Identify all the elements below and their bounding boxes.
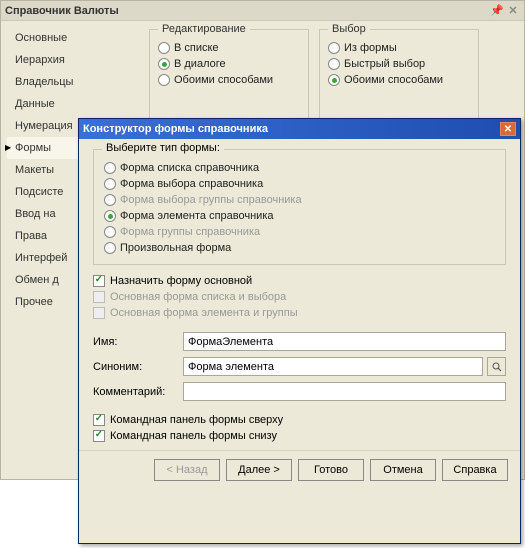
edit-label: В диалоге	[174, 58, 226, 70]
checkbox-icon	[93, 430, 105, 442]
form-type-option-5[interactable]: Произвольная форма	[104, 240, 495, 256]
form-type-label: Форма выбора группы справочника	[120, 194, 302, 206]
checkbox-icon	[93, 275, 105, 287]
checkbox-main-list-label: Основная форма списка и выбора	[110, 291, 286, 303]
radio-icon	[104, 210, 116, 222]
radio-icon	[104, 242, 116, 254]
dialog-title: Конструктор формы справочника	[83, 123, 500, 135]
bg-tab-3[interactable]: Данные	[7, 93, 141, 115]
bg-tab-2[interactable]: Владельцы	[7, 71, 141, 93]
checkbox-main-elem-group: Основная форма элемента и группы	[93, 305, 506, 321]
bg-titlebar: Справочник Валюты 📌 ✕	[1, 1, 524, 21]
edit-option-1[interactable]: В диалоге	[158, 56, 300, 72]
checkbox-main-form-label: Назначить форму основной	[110, 275, 252, 287]
comment-label: Комментарий:	[93, 386, 179, 398]
dialog-button-row: < Назад Далее > Готово Отмена Справка	[79, 450, 520, 491]
bg-tab-1[interactable]: Иерархия	[7, 49, 141, 71]
group-select-legend: Выбор	[328, 23, 370, 35]
select-label: Обоими способами	[344, 74, 443, 86]
radio-icon	[158, 42, 170, 54]
finish-button[interactable]: Готово	[298, 459, 364, 481]
form-type-option-4: Форма группы справочника	[104, 224, 495, 240]
form-type-label: Форма группы справочника	[120, 226, 260, 238]
name-label: Имя:	[93, 336, 179, 348]
checkbox-cmd-bottom[interactable]: Командная панель формы снизу	[93, 428, 506, 444]
radio-icon	[104, 226, 116, 238]
edit-option-0[interactable]: В списке	[158, 40, 300, 56]
dialog-titlebar: Конструктор формы справочника ✕	[79, 119, 520, 139]
checkbox-icon	[93, 307, 105, 319]
select-label: Быстрый выбор	[344, 58, 425, 70]
edit-option-2[interactable]: Обоими способами	[158, 72, 300, 88]
form-type-label: Произвольная форма	[120, 242, 231, 254]
form-type-label: Форма списка справочника	[120, 162, 259, 174]
radio-icon	[158, 58, 170, 70]
radio-icon	[104, 178, 116, 190]
checkbox-cmd-top[interactable]: Командная панель формы сверху	[93, 412, 506, 428]
synonym-field[interactable]	[183, 357, 483, 376]
radio-icon	[158, 74, 170, 86]
edit-label: Обоими способами	[174, 74, 273, 86]
form-type-option-3[interactable]: Форма элемента справочника	[104, 208, 495, 224]
select-label: Из формы	[344, 42, 397, 54]
select-option-0[interactable]: Из формы	[328, 40, 470, 56]
radio-icon	[104, 162, 116, 174]
checkbox-cmd-top-label: Командная панель формы сверху	[110, 414, 283, 426]
help-button[interactable]: Справка	[442, 459, 508, 481]
pin-icon[interactable]: 📌	[490, 4, 504, 18]
bg-window-title: Справочник Валюты	[5, 5, 488, 17]
back-button[interactable]: < Назад	[154, 459, 220, 481]
close-icon[interactable]: ✕	[506, 4, 520, 18]
form-type-group: Выберите тип формы: Форма списка справоч…	[93, 149, 506, 265]
checkbox-main-elem-group-label: Основная форма элемента и группы	[110, 307, 298, 319]
form-type-option-1[interactable]: Форма выбора справочника	[104, 176, 495, 192]
form-type-option-0[interactable]: Форма списка справочника	[104, 160, 495, 176]
radio-icon	[328, 58, 340, 70]
checkbox-cmd-bottom-label: Командная панель формы снизу	[110, 430, 277, 442]
checkbox-main-form[interactable]: Назначить форму основной	[93, 273, 506, 289]
group-edit-legend: Редактирование	[158, 23, 250, 35]
next-button[interactable]: Далее >	[226, 459, 292, 481]
name-field[interactable]	[183, 332, 506, 351]
edit-label: В списке	[174, 42, 219, 54]
checkbox-icon	[93, 414, 105, 426]
comment-field[interactable]	[183, 382, 506, 401]
form-type-option-2: Форма выбора группы справочника	[104, 192, 495, 208]
cancel-button[interactable]: Отмена	[370, 459, 436, 481]
dialog-close-icon[interactable]: ✕	[500, 122, 516, 136]
form-constructor-dialog: Конструктор формы справочника ✕ Выберите…	[78, 118, 521, 544]
form-type-label: Форма элемента справочника	[120, 210, 274, 222]
checkbox-icon	[93, 291, 105, 303]
radio-icon	[328, 74, 340, 86]
synonym-lookup-icon[interactable]	[487, 357, 506, 376]
select-option-2[interactable]: Обоими способами	[328, 72, 470, 88]
synonym-label: Синоним:	[93, 361, 179, 373]
checkbox-main-list: Основная форма списка и выбора	[93, 289, 506, 305]
form-type-legend: Выберите тип формы:	[102, 142, 224, 154]
radio-icon	[328, 42, 340, 54]
bg-tab-0[interactable]: Основные	[7, 27, 141, 49]
form-type-label: Форма выбора справочника	[120, 178, 263, 190]
select-option-1[interactable]: Быстрый выбор	[328, 56, 470, 72]
radio-icon	[104, 194, 116, 206]
